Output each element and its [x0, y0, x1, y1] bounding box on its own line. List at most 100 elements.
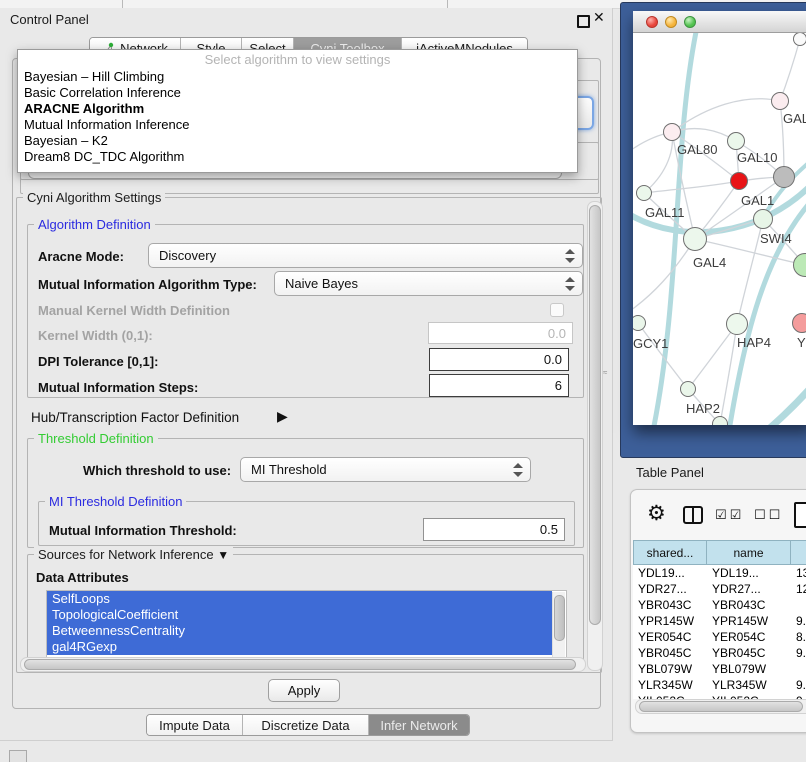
mi-threshold-field[interactable]: 0.5: [423, 518, 565, 541]
column-manager-icon[interactable]: [683, 506, 703, 524]
table-cell: 13: [791, 565, 806, 581]
threshold-definition-group: Threshold Definition Which threshold to …: [27, 438, 584, 548]
select-all-icon[interactable]: ☑☑: [715, 508, 744, 523]
sources-title: Sources for Network Inference ▼: [34, 547, 233, 562]
network-edge[interactable]: [737, 385, 806, 425]
splitter-handle-icon[interactable]: ≈: [603, 368, 607, 377]
apply-button[interactable]: Apply: [268, 679, 340, 702]
data-attributes-list[interactable]: SelfLoopsTopologicalCoefficientBetweenne…: [46, 590, 567, 660]
tab-discretize-data[interactable]: Discretize Data: [243, 715, 369, 735]
data-attribute-item[interactable]: gal4RGexp: [47, 639, 552, 655]
table-cell: YBL079W: [633, 661, 707, 677]
network-node-gal10[interactable]: [727, 132, 745, 150]
table-row[interactable]: YER054CYER054C8.: [633, 629, 806, 645]
network-edge[interactable]: [688, 324, 737, 389]
data-attribute-item[interactable]: BetweennessCentrality: [47, 623, 552, 639]
table-row[interactable]: YPR145WYPR145W9.: [633, 613, 806, 629]
manual-kernel-checkbox[interactable]: [550, 303, 564, 317]
tab-infer-network[interactable]: Infer Network: [369, 715, 469, 735]
network-edge[interactable]: [644, 132, 672, 193]
column-header[interactable]: shared...: [633, 540, 707, 565]
dpi-tolerance-label: DPI Tolerance [0,1]:: [38, 354, 158, 369]
network-edge[interactable]: [644, 181, 739, 193]
node-label: GAL1: [741, 193, 774, 208]
cyni-algorithm-settings-group: Cyni Algorithm Settings Algorithm Defini…: [16, 197, 602, 673]
table-cell: YBL079W: [707, 661, 791, 677]
node-label: GCY1: [633, 336, 668, 351]
hub-section-label[interactable]: Hub/Transcription Factor Definition: [31, 410, 239, 425]
data-attribute-item[interactable]: TopologicalCoefficient: [47, 607, 552, 623]
network-node-gal4[interactable]: [683, 227, 707, 251]
data-attribute-item[interactable]: SelfLoops: [47, 591, 552, 607]
network-window-titlebar[interactable]: [633, 11, 806, 33]
tab-impute-data[interactable]: Impute Data: [147, 715, 243, 735]
combo-arrows-icon: [565, 277, 575, 291]
network-node-gal1[interactable]: [730, 172, 748, 190]
network-node-gal80[interactable]: [663, 123, 681, 141]
network-node[interactable]: [793, 33, 806, 46]
collapse-arrow-icon[interactable]: ▼: [217, 548, 229, 562]
algorithm-option[interactable]: Dream8 DC_TDC Algorithm: [18, 149, 577, 165]
mi-steps-field[interactable]: 6: [429, 374, 569, 397]
network-node-swi4[interactable]: [753, 209, 773, 229]
top-strip-divider: [447, 0, 448, 8]
close-traffic-light[interactable]: [646, 16, 658, 28]
settings-gear-icon[interactable]: ⚙: [647, 501, 666, 525]
table-row[interactable]: YBR045CYBR045C9.: [633, 645, 806, 661]
algorithm-option[interactable]: ARACNE Algorithm: [18, 101, 577, 117]
deselect-all-icon[interactable]: ☐☐: [754, 508, 783, 523]
table-horizontal-scrollbar[interactable]: [635, 699, 806, 714]
algorithm-option[interactable]: Bayesian – K2: [18, 133, 577, 149]
list-scrollbar-thumb[interactable]: [554, 595, 565, 641]
network-edge[interactable]: [633, 239, 695, 313]
column-header[interactable]: [791, 540, 806, 565]
table-cell: 9.: [791, 613, 806, 629]
mi-type-combo[interactable]: Naive Bayes: [274, 271, 583, 296]
dpi-tolerance-field[interactable]: 0.0: [429, 348, 569, 371]
column-header[interactable]: name: [707, 540, 791, 565]
which-threshold-combo[interactable]: MI Threshold: [240, 457, 531, 482]
table-cell: 9.: [791, 677, 806, 693]
node-label: GAL4: [693, 255, 726, 270]
network-node-gal11[interactable]: [636, 185, 652, 201]
network-node-gal[interactable]: [771, 92, 789, 110]
expand-arrow-icon[interactable]: ▶: [277, 408, 288, 425]
table-row[interactable]: YBL079WYBL079W: [633, 661, 806, 677]
table-row[interactable]: YBR043CYBR043C: [633, 597, 806, 613]
network-node-y[interactable]: [792, 313, 806, 333]
network-node-hap2[interactable]: [680, 381, 696, 397]
export-table-icon[interactable]: [794, 502, 806, 528]
settings-vertical-scrollbar[interactable]: [587, 201, 603, 671]
table-cell: YLR345W: [633, 677, 707, 693]
table-hscroll-thumb[interactable]: [639, 701, 803, 712]
table-cell: 8.: [791, 629, 806, 645]
manual-kernel-label: Manual Kernel Width Definition: [38, 303, 230, 318]
zoom-traffic-light[interactable]: [684, 16, 696, 28]
minimize-traffic-light[interactable]: [665, 16, 677, 28]
network-canvas[interactable]: GALGAL80GAL10GAL1GAL11SWI4GAL4GCY1HAP4YH…: [633, 33, 806, 425]
algorithm-option[interactable]: Bayesian – Hill Climbing: [18, 69, 577, 85]
which-threshold-value: MI Threshold: [251, 462, 327, 477]
table-row[interactable]: YLR345WYLR345W9.: [633, 677, 806, 693]
network-node-hap4[interactable]: [726, 313, 748, 335]
aracne-mode-combo[interactable]: Discovery: [148, 243, 583, 268]
settings-hscroll-thumb[interactable]: [24, 659, 576, 670]
node-label: GAL: [783, 111, 806, 126]
settings-vscroll-thumb[interactable]: [589, 205, 601, 625]
node-label: GAL80: [677, 142, 717, 157]
close-icon[interactable]: ✕: [593, 10, 605, 26]
list-scrollbar[interactable]: [552, 592, 565, 658]
algorithm-option[interactable]: Mutual Information Inference: [18, 117, 577, 133]
kernel-width-field[interactable]: 0.0: [428, 322, 573, 344]
table-cell: YLR345W: [707, 677, 791, 693]
float-window-icon[interactable]: [577, 15, 590, 28]
algorithm-option[interactable]: Basic Correlation Inference: [18, 85, 577, 101]
settings-horizontal-scrollbar[interactable]: [20, 657, 586, 672]
table-row[interactable]: YDR27...YDR27...12: [633, 581, 806, 597]
aracne-mode-value: Discovery: [159, 248, 216, 263]
network-node[interactable]: [773, 166, 795, 188]
table-row[interactable]: YDL19...YDL19...13: [633, 565, 806, 581]
network-edge[interactable]: [672, 99, 780, 132]
network-node[interactable]: [712, 416, 728, 425]
panel-grip-icon[interactable]: [9, 750, 27, 762]
